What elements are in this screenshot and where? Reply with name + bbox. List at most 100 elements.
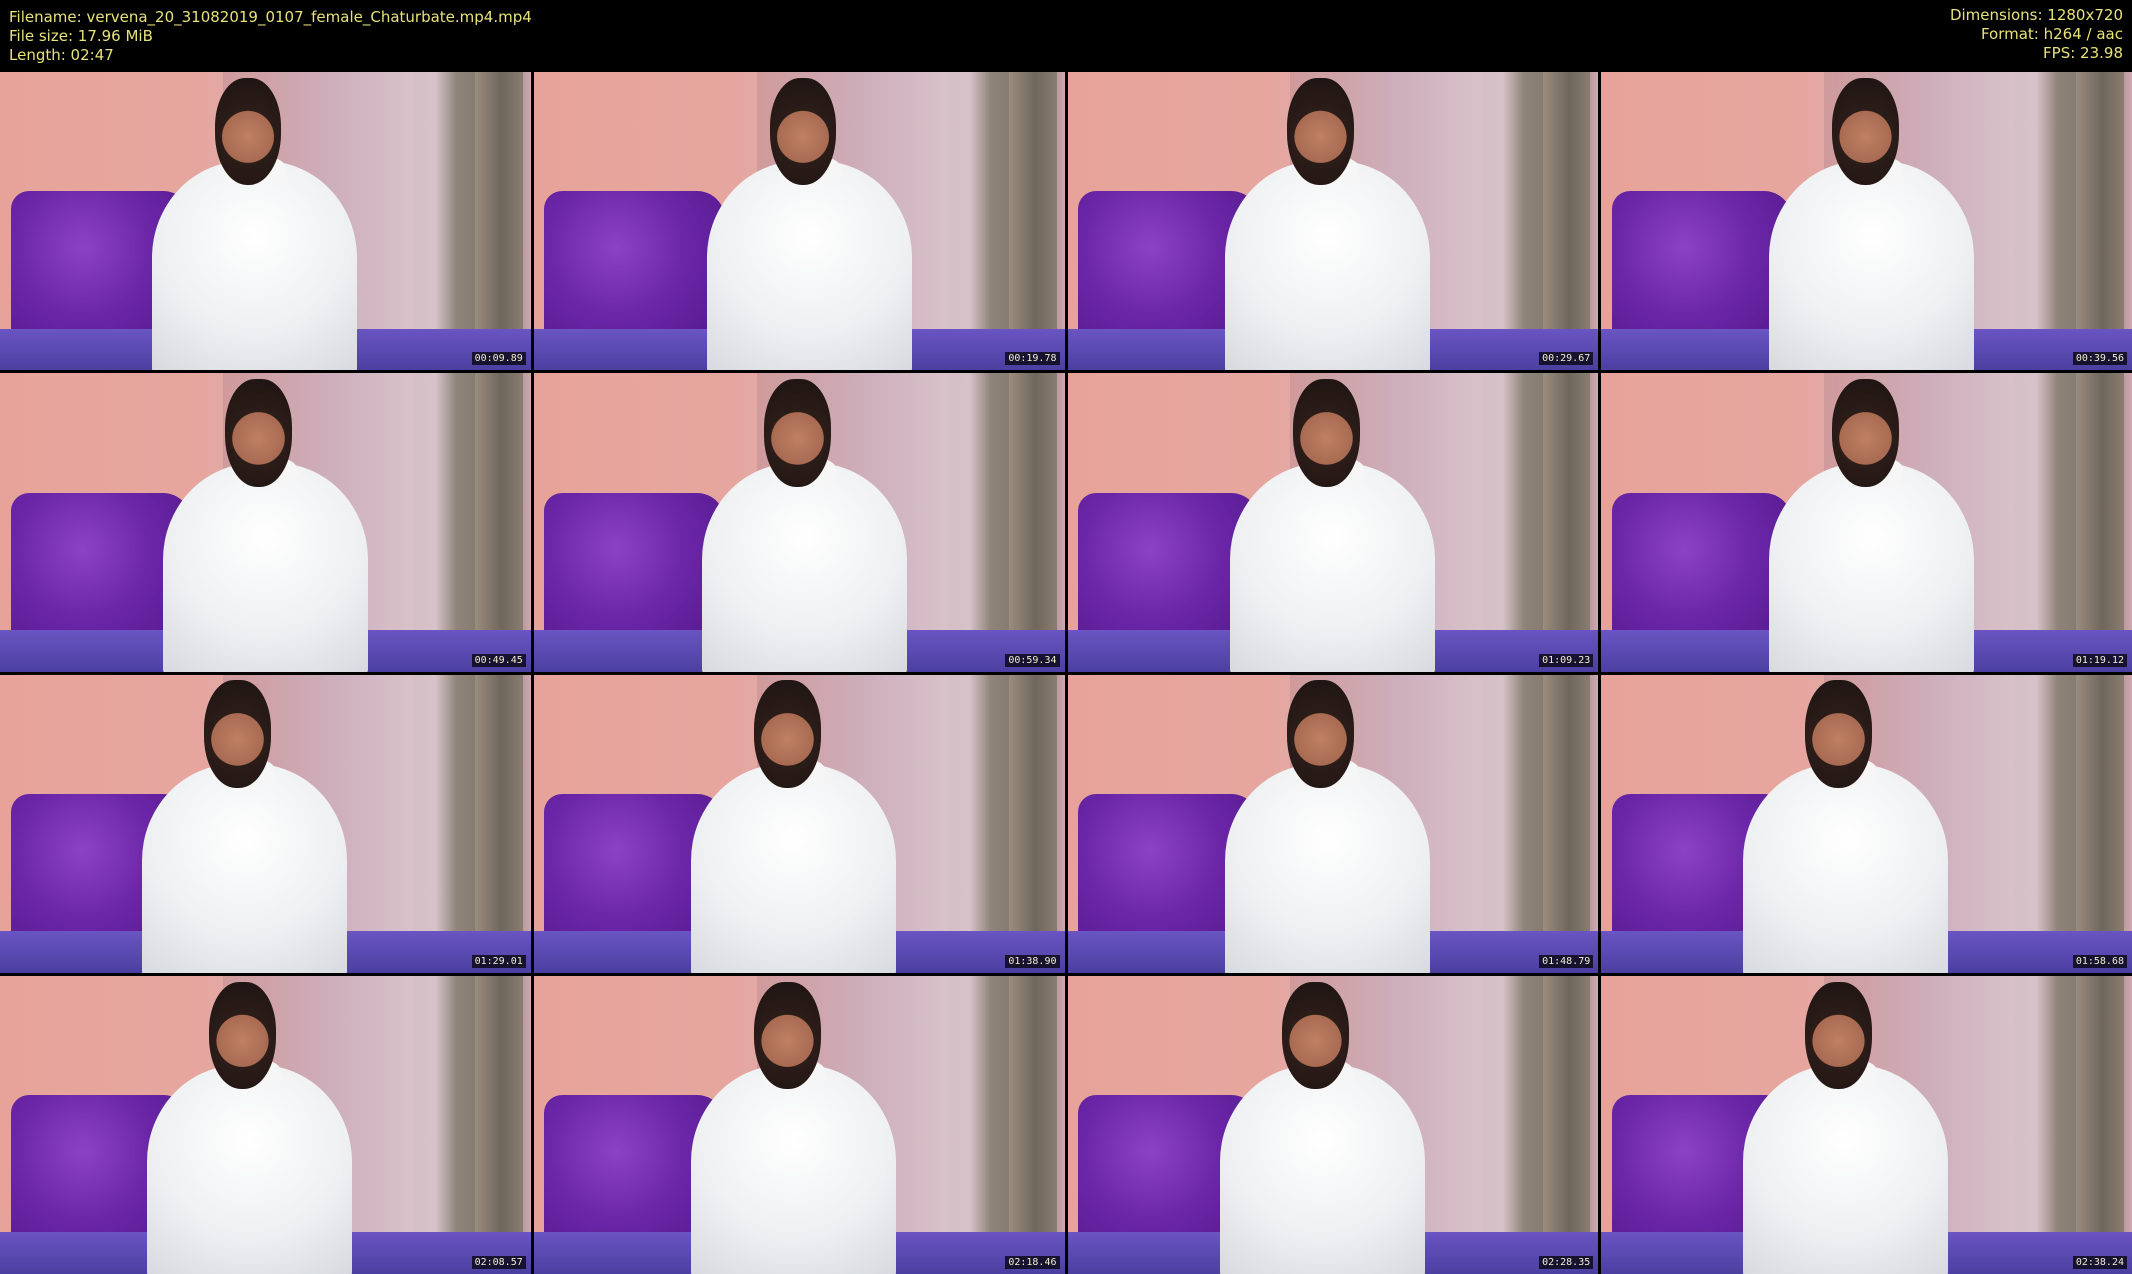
curtain bbox=[475, 72, 523, 371]
video-info: Dimensions: 1280x720 Format: h264 / aac … bbox=[1950, 6, 2123, 63]
thumbnail-frame: 02:38.24 bbox=[1601, 975, 2132, 1274]
person-head bbox=[1282, 981, 1349, 1090]
person-figure bbox=[1216, 72, 1439, 371]
white-turtleneck bbox=[1742, 763, 1948, 973]
thumbnail-frame: 02:28.35 bbox=[1067, 975, 1599, 1274]
thumbnail-timestamp: 02:28.35 bbox=[1539, 1256, 1594, 1269]
curtain bbox=[2076, 674, 2125, 973]
person-head bbox=[764, 379, 832, 487]
curtain bbox=[1542, 674, 1591, 973]
white-turtleneck bbox=[1742, 1065, 1948, 1274]
thumbnail-timestamp: 00:59.34 bbox=[1005, 653, 1060, 667]
person-head bbox=[1805, 680, 1873, 788]
person-head bbox=[204, 680, 271, 788]
thumbnail-grid: 00:09.89 00:19.78 00:29.67 00:39.56 00:4… bbox=[0, 72, 2132, 1274]
thumbnail-frame: 02:18.46 bbox=[533, 975, 1065, 1274]
white-turtleneck bbox=[1225, 161, 1431, 371]
thumbnail-timestamp: 00:39.56 bbox=[2072, 352, 2127, 366]
person-figure bbox=[1734, 976, 1957, 1274]
thumbnail-frame: 01:09.23 bbox=[1067, 373, 1599, 672]
person-figure bbox=[143, 72, 366, 371]
person-figure bbox=[133, 675, 356, 973]
format-label: Format: h264 / aac bbox=[1980, 25, 2123, 43]
person-figure bbox=[154, 373, 377, 672]
person-head bbox=[214, 77, 282, 186]
thumbnail-frame: 00:39.56 bbox=[1601, 72, 2132, 371]
thumbnail-frame: 00:19.78 bbox=[533, 72, 1065, 371]
white-turtleneck bbox=[1225, 763, 1431, 973]
thumbnail-frame: 02:08.57 bbox=[0, 975, 531, 1274]
white-turtleneck bbox=[141, 763, 347, 973]
info-header: Filename: vervena_20_31082019_0107_femal… bbox=[0, 0, 2132, 72]
person-figure bbox=[1211, 976, 1434, 1274]
person-head bbox=[1831, 379, 1899, 487]
file-info: Filename: vervena_20_31082019_0107_femal… bbox=[9, 8, 532, 65]
curtain bbox=[1008, 674, 1057, 973]
person-head bbox=[209, 981, 277, 1090]
person-head bbox=[1831, 77, 1899, 186]
thumbnail-frame: 01:19.12 bbox=[1601, 373, 2132, 672]
person-figure bbox=[1734, 675, 1957, 973]
person-figure bbox=[682, 675, 905, 973]
thumbnail-timestamp: 00:19.78 bbox=[1005, 352, 1060, 366]
person-head bbox=[753, 981, 821, 1090]
length-label: Length: 02:47 bbox=[9, 46, 114, 64]
person-figure bbox=[1216, 675, 1439, 973]
white-turtleneck bbox=[162, 462, 368, 672]
thumbnail-frame: 00:29.67 bbox=[1067, 72, 1599, 371]
filesize-label: File size: 17.96 MiB bbox=[9, 27, 153, 45]
curtain bbox=[1542, 975, 1591, 1274]
thumbnail-frame: 01:29.01 bbox=[0, 674, 531, 973]
person-figure bbox=[682, 976, 905, 1274]
white-turtleneck bbox=[152, 161, 358, 371]
dimensions-label: Dimensions: 1280x720 bbox=[1949, 6, 2123, 24]
white-turtleneck bbox=[1230, 462, 1436, 672]
thumbnail-timestamp: 00:09.89 bbox=[471, 352, 526, 366]
person-head bbox=[753, 680, 821, 788]
thumbnail-timestamp: 01:58.68 bbox=[2072, 954, 2127, 968]
person-figure bbox=[138, 976, 361, 1274]
thumbnail-timestamp: 00:49.45 bbox=[471, 653, 526, 667]
curtain bbox=[1008, 373, 1057, 672]
curtain bbox=[1008, 975, 1057, 1274]
curtain bbox=[475, 975, 523, 1274]
thumbnail-frame: 01:48.79 bbox=[1067, 674, 1599, 973]
thumbnail-timestamp: 01:19.12 bbox=[2072, 653, 2127, 667]
thumbnail-timestamp: 02:08.57 bbox=[471, 1256, 526, 1269]
thumbnail-frame: 00:09.89 bbox=[0, 72, 531, 371]
filename-label: Filename: vervena_20_31082019_0107_femal… bbox=[9, 8, 532, 26]
person-head bbox=[1292, 379, 1360, 487]
person-head bbox=[1287, 680, 1355, 788]
thumbnail-frame: 01:58.68 bbox=[1601, 674, 2132, 973]
person-figure bbox=[1221, 373, 1444, 672]
curtain bbox=[475, 674, 523, 973]
person-head bbox=[225, 379, 293, 487]
thumbnail-frame: 00:49.45 bbox=[0, 373, 531, 672]
white-turtleneck bbox=[701, 462, 907, 672]
white-turtleneck bbox=[707, 161, 913, 371]
white-turtleneck bbox=[1769, 462, 1975, 672]
white-turtleneck bbox=[146, 1065, 352, 1274]
thumbnail-timestamp: 01:09.23 bbox=[1539, 653, 1594, 667]
curtain bbox=[1542, 72, 1591, 371]
person-figure bbox=[1760, 72, 1983, 371]
curtain bbox=[1008, 72, 1057, 371]
thumbnail-timestamp: 01:38.90 bbox=[1005, 954, 1060, 968]
white-turtleneck bbox=[1769, 161, 1975, 371]
person-figure bbox=[693, 373, 916, 672]
thumbnail-timestamp: 02:38.24 bbox=[2072, 1256, 2127, 1269]
person-figure bbox=[698, 72, 921, 371]
curtain bbox=[1542, 373, 1591, 672]
white-turtleneck bbox=[691, 1065, 897, 1274]
person-figure bbox=[1760, 373, 1983, 672]
fps-label: FPS: 23.98 bbox=[2043, 44, 2123, 62]
thumbnail-frame: 01:38.90 bbox=[533, 674, 1065, 973]
thumbnail-timestamp: 01:48.79 bbox=[1539, 954, 1594, 968]
thumbnail-timestamp: 02:18.46 bbox=[1005, 1256, 1060, 1269]
thumbnail-timestamp: 01:29.01 bbox=[471, 954, 526, 968]
white-turtleneck bbox=[691, 763, 897, 973]
person-head bbox=[769, 77, 837, 186]
thumbnail-timestamp: 00:29.67 bbox=[1539, 352, 1594, 366]
curtain bbox=[2076, 72, 2125, 371]
person-head bbox=[1805, 981, 1873, 1090]
